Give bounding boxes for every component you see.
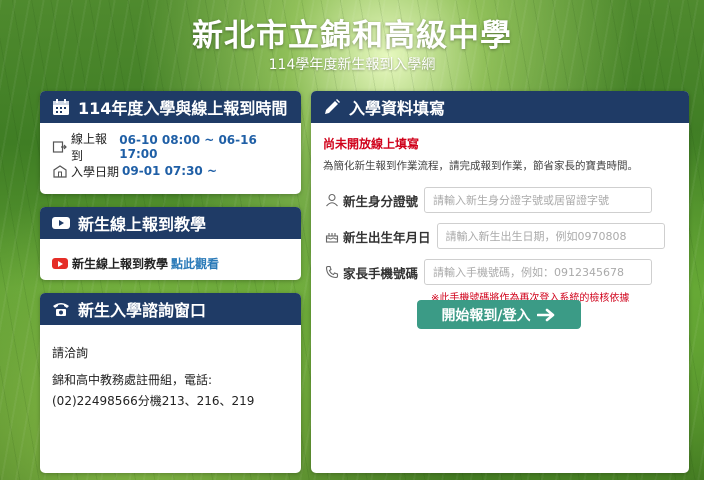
- start-checkin-label: 開始報到/登入: [441, 307, 531, 324]
- schedule-row-online: 線上報到 06-10 08:00 ~ 06-16 17:00: [52, 132, 289, 163]
- contact-card-header: 新生入學諮詢窗口: [40, 293, 301, 325]
- contact-line-2: 錦和高中教務處註冊組，電話:(02)22498566分機213、216、219: [52, 373, 255, 408]
- tutorial-row: 新生線上報到教學 點此觀看: [52, 255, 289, 272]
- field-row-birthday: 新生出生年月日: [323, 223, 677, 249]
- field-row-id: 新生身分證號: [323, 187, 677, 213]
- schedule-card: 114年度入學與線上報到時間 線上報到 06-10 08:00 ~ 06-16 …: [40, 91, 301, 194]
- youtube-small-icon: [52, 258, 68, 269]
- cake-icon: [325, 229, 339, 243]
- schedule-entry-value: 09-01 07:30 ~: [122, 164, 218, 178]
- form-note: 為簡化新生報到作業流程，請完成報到作業，節省家長的寶貴時間。: [323, 160, 638, 172]
- schedule-card-title: 114年度入學與線上報到時間: [78, 99, 288, 118]
- user-icon: [325, 193, 339, 207]
- contact-card: 新生入學諮詢窗口 請洽詢 錦和高中教務處註冊組，電話:(02)22498566分…: [40, 293, 301, 473]
- contact-card-title: 新生入學諮詢窗口: [78, 301, 207, 320]
- id-field-label: 新生身分證號: [343, 193, 419, 209]
- tutorial-watch-link[interactable]: 點此觀看: [171, 255, 219, 272]
- student-id-input[interactable]: [424, 187, 653, 213]
- tutorial-card-header: 新生線上報到教學: [40, 207, 301, 239]
- contact-card-body: 請洽詢 錦和高中教務處註冊組，電話:(02)22498566分機213、216、…: [40, 325, 301, 430]
- form-card-body: 尚未開放線上填寫 為簡化新生報到作業流程，請完成報到作業，節省家長的寶貴時間。 …: [311, 123, 689, 308]
- pencil-icon: [321, 97, 343, 117]
- birthday-input[interactable]: [436, 223, 665, 249]
- contact-line-1: 請洽詢: [52, 346, 89, 360]
- tutorial-card-title: 新生線上報到教學: [78, 215, 207, 234]
- birthday-field-label: 新生出生年月日: [343, 229, 431, 245]
- schedule-online-label: 線上報到: [71, 132, 108, 163]
- telephone-icon: [325, 265, 339, 279]
- site-subtitle: 114學年度新生報到入學網: [268, 57, 436, 73]
- start-checkin-button[interactable]: 開始報到/登入: [417, 300, 581, 329]
- schedule-card-body: 線上報到 06-10 08:00 ~ 06-16 17:00 入學日期 09-0…: [40, 123, 301, 191]
- tutorial-card: 新生線上報到教學 新生線上報到教學 點此觀看: [40, 207, 301, 280]
- parent-phone-input[interactable]: [424, 259, 653, 285]
- school-icon: [52, 163, 68, 179]
- arrow-right-icon: [536, 308, 557, 322]
- phone-icon: [50, 299, 72, 319]
- schedule-online-value: 06-10 08:00 ~ 06-16 17:00: [119, 133, 257, 161]
- tutorial-card-body: 新生線上報到教學 點此觀看: [40, 239, 301, 280]
- field-row-phone: 家長手機號碼: [323, 259, 677, 285]
- checkin-icon: [52, 139, 68, 155]
- schedule-card-header: 114年度入學與線上報到時間: [40, 91, 301, 123]
- youtube-icon: [50, 213, 72, 233]
- calendar-icon: [50, 97, 72, 117]
- form-card-title: 入學資料填寫: [349, 99, 446, 118]
- site-title: 新北市立錦和高級中學: [192, 18, 512, 54]
- tutorial-text: 新生線上報到教學: [72, 257, 169, 271]
- form-warning: 尚未開放線上填寫: [323, 137, 420, 151]
- registration-form-card: 入學資料填寫 尚未開放線上填寫 為簡化新生報到作業流程，請完成報到作業，節省家長…: [311, 91, 689, 473]
- schedule-entry-label: 入學日期: [71, 164, 120, 179]
- schedule-row-entry: 入學日期 09-01 07:30 ~: [52, 161, 289, 181]
- form-card-header: 入學資料填寫: [311, 91, 689, 123]
- phone-field-label: 家長手機號碼: [343, 265, 419, 281]
